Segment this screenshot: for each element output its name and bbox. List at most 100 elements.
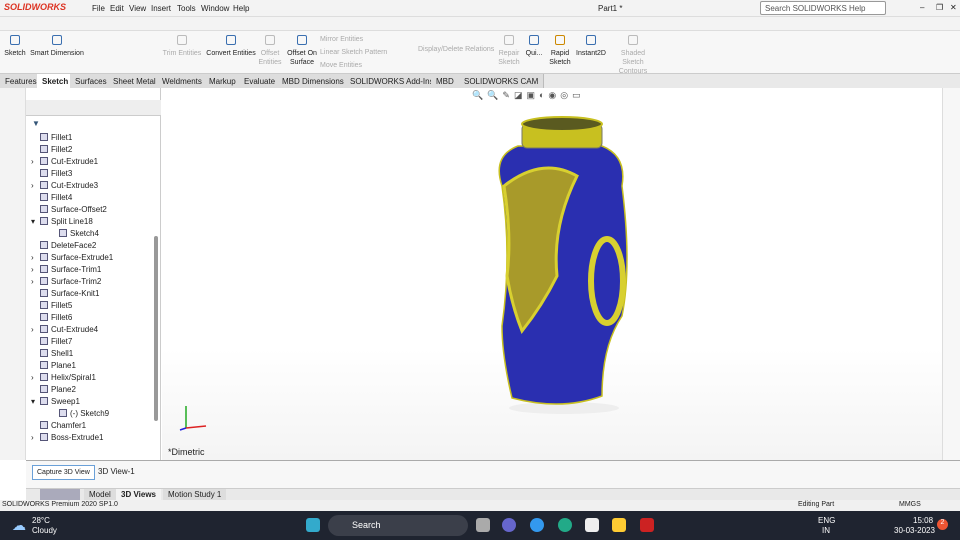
tree-item[interactable]: ▾ Sweep1 — [31, 395, 80, 407]
move-entities-button[interactable]: Move Entities — [320, 61, 362, 70]
smart-dimension-button[interactable]: Smart Dimension — [30, 35, 84, 58]
tree-item[interactable]: Fillet3 — [31, 167, 72, 179]
tree-item[interactable]: › Cut-Extrude1 — [31, 155, 98, 167]
graphics-area[interactable]: 🔍🔍✎◪▣◐◉◎▭ — [162, 88, 942, 460]
tab-markup[interactable]: Markup — [204, 74, 242, 88]
panel-tabs[interactable] — [26, 100, 161, 116]
tree-item[interactable]: › Surface-Trim1 — [31, 263, 101, 275]
tree-scrollbar[interactable] — [154, 236, 158, 421]
tab-sketch[interactable]: Sketch — [37, 74, 75, 88]
offset-entities-button[interactable]: Offset Entities — [258, 35, 282, 67]
repair-sketch-button[interactable]: Repair Sketch — [496, 35, 522, 67]
tab-surfaces[interactable]: Surfaces — [70, 74, 113, 88]
capture-3d-view-button[interactable]: Capture 3D View — [32, 465, 95, 480]
edge-icon[interactable] — [558, 518, 572, 532]
convert-entities-button[interactable]: Convert Entities — [205, 35, 257, 58]
tab-mbd[interactable]: MBD — [431, 74, 460, 88]
quick-snaps-button[interactable]: Qui... — [524, 35, 544, 58]
move-label: Move Entities — [320, 62, 363, 69]
tree-item[interactable]: › Cut-Extrude3 — [31, 179, 98, 191]
expand-arrow-icon[interactable]: › — [31, 265, 37, 274]
expand-arrow-icon[interactable]: › — [31, 181, 37, 190]
expand-arrow-icon[interactable]: › — [31, 277, 37, 286]
feature-icon — [40, 373, 48, 381]
minimize-icon[interactable]: – — [920, 3, 924, 12]
expand-arrow-icon[interactable]: › — [31, 325, 37, 334]
language[interactable]: ENG — [818, 516, 835, 525]
tree-item[interactable]: Shell1 — [31, 347, 73, 359]
linear-pattern-button[interactable]: Linear Sketch Pattern — [320, 48, 387, 57]
safari-icon[interactable] — [530, 518, 544, 532]
menu-tools[interactable]: Tools — [177, 4, 196, 13]
tree-item[interactable]: Plane2 — [31, 383, 76, 395]
instant2d-icon — [586, 35, 596, 45]
tab-addins[interactable]: SOLIDWORKS Add-Ins — [345, 74, 440, 88]
tab-mbd-dimensions[interactable]: MBD Dimensions — [277, 74, 350, 88]
display-relations-button[interactable]: Display/Delete Relations — [418, 45, 494, 54]
expand-arrow-icon[interactable]: › — [31, 373, 37, 382]
units-selector[interactable]: MMGS — [899, 501, 921, 508]
filter-icon[interactable]: ▼ — [32, 119, 40, 128]
bottle-model[interactable] — [482, 116, 642, 416]
tree-item[interactable]: Fillet5 — [31, 299, 72, 311]
store-icon[interactable] — [585, 518, 599, 532]
tree-item[interactable]: Fillet6 — [31, 311, 72, 323]
mirror-entities-button[interactable]: Mirror Entities — [320, 35, 363, 44]
tab-sheet-metal[interactable]: Sheet Metal — [108, 74, 162, 88]
region[interactable]: IN — [822, 526, 830, 535]
menu-help[interactable]: Help — [233, 4, 249, 13]
tree-item[interactable]: Chamfer1 — [31, 419, 86, 431]
file-explorer-icon[interactable] — [612, 518, 626, 532]
menu-edit[interactable]: Edit — [110, 4, 124, 13]
rapid-sketch-button[interactable]: Rapid Sketch — [548, 35, 572, 67]
heads-up-view-toolbar[interactable]: 🔍🔍✎◪▣◐◉◎▭ — [472, 90, 652, 102]
tree-item[interactable]: Fillet1 — [31, 131, 72, 143]
tab-evaluate[interactable]: Evaluate — [239, 74, 282, 88]
clock-time[interactable]: 15:08 — [913, 516, 933, 525]
tree-item[interactable]: DeleteFace2 — [31, 239, 96, 251]
expand-arrow-icon[interactable]: › — [31, 253, 37, 262]
expand-arrow-icon[interactable]: › — [31, 433, 37, 442]
tree-item-label: (-) Sketch9 — [70, 408, 110, 418]
expand-arrow-icon[interactable]: ▾ — [31, 397, 37, 406]
3d-view-item[interactable]: 3D View-1 — [98, 467, 135, 476]
tree-item[interactable]: › Surface-Trim2 — [31, 275, 101, 287]
solidworks-taskbar-icon[interactable] — [640, 518, 654, 532]
tree-item[interactable]: › Helix/Spiral1 — [31, 371, 96, 383]
expand-arrow-icon[interactable]: › — [31, 157, 37, 166]
teams-icon[interactable] — [502, 518, 516, 532]
tree-item[interactable]: Fillet7 — [31, 335, 72, 347]
tree-item[interactable]: Surface-Knit1 — [31, 287, 99, 299]
notification-badge[interactable]: 2 — [937, 519, 948, 530]
tree-item[interactable]: › Boss-Extrude1 — [31, 431, 103, 443]
tree-item[interactable]: › Surface-Extrude1 — [31, 251, 113, 263]
tree-item[interactable]: ▾ Split Line18 — [31, 215, 93, 227]
menu-insert[interactable]: Insert — [151, 4, 171, 13]
menu-file[interactable]: File — [92, 4, 105, 13]
tree-item[interactable]: Surface-Offset2 — [31, 203, 107, 215]
close-icon[interactable]: ✕ — [950, 3, 957, 12]
start-icon[interactable] — [306, 518, 320, 532]
menu-view[interactable]: View — [129, 4, 146, 13]
tree-item[interactable]: Fillet4 — [31, 191, 72, 203]
offset-on-surface-button[interactable]: Offset On Surface — [285, 35, 319, 67]
tab-weldments[interactable]: Weldments — [157, 74, 208, 88]
restore-icon[interactable]: ❐ — [936, 3, 943, 12]
task-pane-tabs[interactable] — [942, 88, 960, 460]
clock-date[interactable]: 30-03-2023 — [894, 526, 935, 535]
tree-item[interactable]: Fillet2 — [31, 143, 72, 155]
trim-entities-button[interactable]: Trim Entities — [162, 35, 202, 58]
task-view-icon[interactable] — [476, 518, 490, 532]
tab-cam[interactable]: SOLIDWORKS CAM — [459, 74, 545, 88]
tree-item[interactable]: › Cut-Extrude4 — [31, 323, 98, 335]
help-search-input[interactable]: Search SOLIDWORKS Help — [760, 1, 886, 15]
sketch-button[interactable]: Sketch — [4, 35, 26, 58]
menu-window[interactable]: Window — [201, 4, 229, 13]
tree-item[interactable]: Plane1 — [31, 359, 76, 371]
expand-arrow-icon[interactable]: ▾ — [31, 217, 37, 226]
instant2d-button[interactable]: Instant2D — [574, 35, 608, 58]
shaded-contours-button[interactable]: Shaded Sketch Contours — [610, 35, 656, 76]
tree-item[interactable]: (-) Sketch9 — [50, 407, 109, 419]
taskbar-search[interactable]: Search — [328, 515, 468, 536]
tree-item[interactable]: Sketch4 — [50, 227, 99, 239]
